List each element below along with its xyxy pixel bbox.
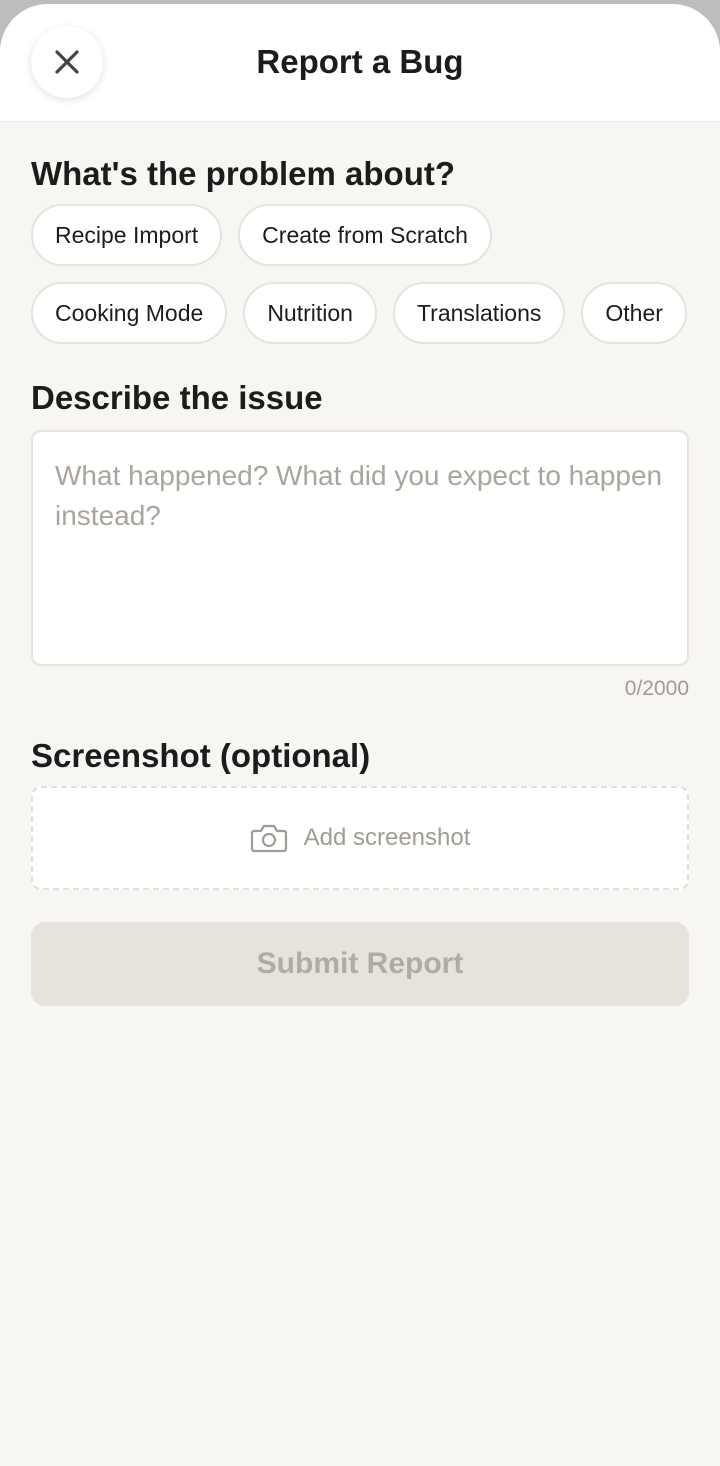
description-placeholder: What happened? What did you expect to ha… <box>55 460 663 531</box>
category-chip-other[interactable]: Other <box>581 282 687 344</box>
add-screenshot-button[interactable]: Add screenshot <box>31 786 689 890</box>
page-title: Report a Bug <box>256 43 464 80</box>
category-chip-recipe-import[interactable]: Recipe Import <box>31 204 223 266</box>
sheet-header: Report a Bug <box>0 4 720 122</box>
category-chip-group: Recipe Import Create from Scratch Cookin… <box>31 204 689 344</box>
category-chip-cooking-mode[interactable]: Cooking Mode <box>31 282 228 344</box>
add-screenshot-label: Add screenshot <box>303 824 471 851</box>
category-chip-create-from-scratch[interactable]: Create from Scratch <box>238 204 492 266</box>
camera-icon <box>250 824 287 853</box>
screenshot-heading: Screenshot (optional) <box>31 737 371 774</box>
category-heading: What's the problem about? <box>31 155 456 192</box>
category-chip-nutrition[interactable]: Nutrition <box>243 282 377 344</box>
submit-report-button[interactable]: Submit Report <box>31 922 689 1006</box>
category-chip-translations[interactable]: Translations <box>392 282 566 344</box>
character-counter: 0/2000 <box>624 677 689 700</box>
form-content: What's the problem about? Recipe Import … <box>0 122 720 1006</box>
description-textarea[interactable]: What happened? What did you expect to ha… <box>31 430 689 666</box>
bug-report-sheet: Report a Bug What's the problem about? R… <box>0 4 720 1466</box>
description-heading: Describe the issue <box>31 379 323 416</box>
